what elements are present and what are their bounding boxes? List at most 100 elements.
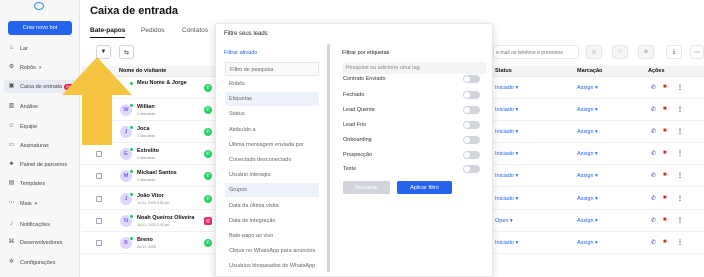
row-more-icon[interactable]: ⋮	[677, 106, 683, 113]
assign-dropdown[interactable]: Assign ▾	[577, 129, 598, 135]
filter-option[interactable]: Grupos	[225, 183, 319, 198]
assign-dropdown[interactable]: Assign ▾	[577, 151, 598, 157]
toolbar-action-3[interactable]: ☻	[638, 45, 654, 59]
assign-dropdown[interactable]: Assign ▾	[577, 196, 598, 202]
visitor-date: Jul 11, 2025 3:33 pm	[137, 223, 170, 227]
tab-chats[interactable]: Bate-papos	[90, 27, 126, 38]
more-button[interactable]: ⋯	[690, 45, 704, 59]
row-checkbox[interactable]	[96, 196, 102, 202]
tag-toggle[interactable]	[463, 75, 480, 83]
row-checkbox[interactable]	[96, 218, 102, 224]
sidebar-item-painel-de-parceiros[interactable]: ♣ Painel de parceiros	[4, 158, 76, 171]
tab-orders[interactable]: Pedidos	[141, 27, 165, 34]
chevron-down-icon: ▾	[34, 200, 38, 207]
phone-icon[interactable]: ✆	[651, 84, 656, 91]
search-input[interactable]: e-mail ou telefone e pressione	[493, 45, 579, 59]
action-icon: ⊕	[591, 49, 597, 56]
tag-toggle[interactable]	[463, 106, 480, 114]
phone-icon[interactable]: ✆	[651, 172, 656, 179]
row-more-icon[interactable]: ⋮	[677, 128, 683, 135]
row-checkbox[interactable]	[96, 240, 102, 246]
apply-filter-button[interactable]: Aplicar filtro	[397, 181, 452, 194]
filter-scrollbar[interactable]	[327, 44, 330, 272]
phone-icon[interactable]: ✆	[651, 128, 656, 135]
filter-option[interactable]: Clique no WhatsApp para anúncios	[225, 244, 319, 258]
row-more-icon[interactable]: ⋮	[677, 195, 683, 202]
status-dropdown[interactable]: Iniciado ▾	[495, 85, 518, 91]
status-dropdown[interactable]: Iniciado ▾	[495, 151, 518, 157]
phone-icon[interactable]: ✆	[651, 217, 656, 224]
row-more-icon[interactable]: ⋮	[677, 84, 683, 91]
trash-icon[interactable]: ■	[663, 239, 667, 245]
sidebar-item-label: Mais	[20, 200, 32, 207]
phone-icon[interactable]: ✆	[651, 239, 656, 246]
home-icon: ⌂	[9, 45, 14, 51]
sidebar-item-label: Desenvolvedores	[20, 239, 63, 246]
download-button[interactable]: ⤓	[666, 45, 682, 59]
filter-option[interactable]: Data da última visita	[225, 199, 319, 213]
assign-dropdown[interactable]: Assign ▾	[577, 85, 598, 91]
phone-icon[interactable]: ✆	[651, 106, 656, 113]
clear-filter-button[interactable]: Descartar	[343, 181, 390, 194]
filter-search-input[interactable]: Filtro de pesquisa	[225, 62, 319, 76]
phone-icon[interactable]: ✆	[651, 150, 656, 157]
trash-icon[interactable]: ■	[663, 172, 667, 178]
row-more-icon[interactable]: ⋮	[677, 239, 683, 246]
filter-option[interactable]: Data de integração	[225, 214, 319, 228]
online-dot	[129, 236, 134, 241]
col-tag: Marcação	[577, 68, 603, 74]
tag-toggle[interactable]	[463, 165, 480, 173]
tag-toggle[interactable]	[463, 151, 480, 159]
whatsapp-icon: ✆	[204, 239, 212, 247]
filter-option[interactable]: Bate-papo ao vivo	[225, 229, 319, 243]
assign-dropdown[interactable]: Assign ▾	[577, 173, 598, 179]
create-bot-button[interactable]: Criar novo bot	[8, 21, 72, 35]
filter-option[interactable]: Última mensagem enviada por	[225, 138, 319, 152]
sidebar-item-configuracoes[interactable]: ✲ Configurações	[4, 256, 76, 269]
row-more-icon[interactable]: ⋮	[677, 150, 683, 157]
tag-toggle[interactable]	[463, 136, 480, 144]
sidebar-item-lar[interactable]: ⌂ Lar	[4, 42, 76, 55]
status-dropdown[interactable]: Iniciado ▾	[495, 240, 518, 246]
sidebar-item-mais[interactable]: ⋯ Mais ▾	[4, 197, 76, 210]
row-checkbox[interactable]	[96, 151, 102, 157]
status-dropdown[interactable]: Open ▾	[495, 218, 513, 224]
assign-dropdown[interactable]: Assign ▾	[577, 107, 598, 113]
tab-contacts[interactable]: Contatos	[182, 27, 208, 34]
filter-option[interactable]: Atribuído a	[225, 123, 319, 137]
filter-option[interactable]: Robôs	[225, 77, 319, 91]
toolbar-action-1[interactable]: ⊕	[586, 45, 602, 59]
trash-icon[interactable]: ■	[663, 106, 667, 112]
filter-option[interactable]: Status	[225, 107, 319, 121]
sidebar-item-templates[interactable]: ▤ Templates	[4, 177, 76, 190]
filter-option[interactable]: Etiquetas	[225, 92, 319, 107]
assign-dropdown[interactable]: Assign ▾	[577, 240, 598, 246]
trash-icon[interactable]: ■	[663, 150, 667, 156]
status-dropdown[interactable]: Iniciado ▾	[495, 196, 518, 202]
filter-option[interactable]: Usuários bloqueados do WhatsApp	[225, 259, 319, 273]
row-more-icon[interactable]: ⋮	[677, 217, 683, 224]
assign-dropdown[interactable]: Assign ▾	[577, 218, 598, 224]
status-dropdown[interactable]: Iniciado ▾	[495, 107, 518, 113]
filter-option[interactable]: Usuário interagiu	[225, 168, 319, 182]
visitor-date: 3 dias atrás	[137, 112, 156, 116]
sidebar-item-notificacoes[interactable]: ♪ Notificações	[4, 218, 76, 231]
trash-icon[interactable]: ■	[663, 128, 667, 134]
filter-option[interactable]: Conectado desconectado	[225, 153, 319, 167]
trash-icon[interactable]: ■	[663, 84, 667, 90]
phone-icon[interactable]: ✆	[651, 195, 656, 202]
trash-icon[interactable]: ■	[663, 217, 667, 223]
tag-toggle[interactable]	[463, 121, 480, 129]
row-more-icon[interactable]: ⋮	[677, 172, 683, 179]
tag-toggle[interactable]	[463, 91, 480, 99]
trash-icon[interactable]: ■	[663, 195, 667, 201]
logo-icon	[34, 2, 44, 10]
toolbar-action-2[interactable]: ☺	[612, 45, 628, 59]
status-dropdown[interactable]: Iniciado ▾	[495, 129, 518, 135]
status-dropdown[interactable]: Iniciado ▾	[495, 173, 518, 179]
instagram-icon: ◎	[204, 217, 212, 225]
tag-search-input[interactable]: Pesquise ou adicione uma tag	[342, 62, 486, 74]
whatsapp-icon: ✆	[204, 195, 212, 203]
row-checkbox[interactable]	[96, 173, 102, 179]
sidebar-item-desenvolvedores[interactable]: ⌘ Desenvolvedores	[4, 236, 76, 249]
